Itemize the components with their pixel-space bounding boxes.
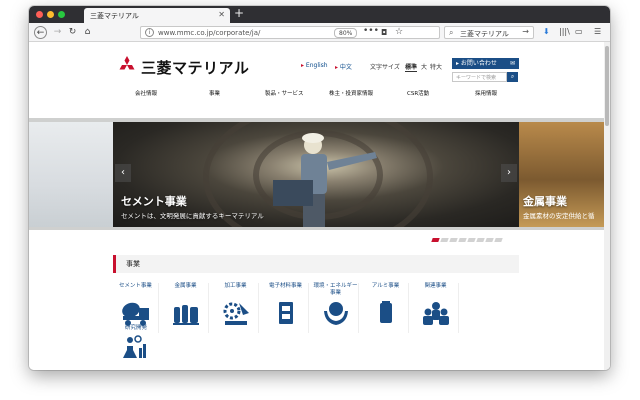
global-nav: 会社情報 事業 製品・サービス 株主・投資家情報 CSR活動 採用情報 [113,89,521,103]
menu-icon[interactable]: ☰ [594,27,601,36]
section-title: 事業 [126,260,140,268]
nav-item-csr[interactable]: CSR活動 [407,89,429,97]
carousel-prev-button[interactable]: ‹ [115,164,131,182]
text-size-label: 文字サイズ [370,64,400,71]
url-text[interactable]: www.mmc.co.jp/corporate/ja/ [158,29,260,37]
reload-icon[interactable]: ↻ [66,26,79,39]
download-icon[interactable]: ⬇ [543,27,550,36]
business-section-header: 事業 [113,255,519,273]
carousel-dot-6[interactable] [476,238,485,242]
next-slide-title: 金属事業 [523,195,567,208]
browser-toolbar: ← → ↻ ⌂ i www.mmc.co.jp/corporate/ja/ 80… [29,23,610,42]
tab-close-icon[interactable]: ✕ [218,10,225,19]
lang-chinese-link[interactable]: 中文 [335,62,352,71]
logo-text: 三菱マテリアル [141,59,250,77]
hero-subtitle: セメントは、文明発展に貢献するキーマテリアル [121,212,264,220]
tab-bar: 三菱マテリアル ✕ + [29,6,610,23]
nav-item-company[interactable]: 会社情報 [135,89,157,97]
page-content: 三菱マテリアル English 中文 文字サイズ 標準 大 特大 ▸ お問い合わ… [29,42,610,370]
nav-item-products[interactable]: 製品・サービス [265,89,304,97]
business-label: 環境・エネルギー事業 [313,283,358,296]
business-item-processing[interactable]: 加工事業 [213,283,259,333]
hero-slide-image[interactable]: セメント事業 セメントは、文明発展に貢献するキーマテリアル [113,122,519,227]
business-label: 金属事業 [174,283,197,289]
browser-window: 三菱マテリアル ✕ + ← → ↻ ⌂ i www.mmc.co.jp/corp… [29,6,610,370]
carousel-dot-2[interactable] [440,238,449,242]
minimize-window-button[interactable] [47,11,54,18]
business-label: 研究開発 [124,325,147,331]
research-lab-icon [123,334,146,358]
keyword-search-button[interactable]: ⌕ [507,72,518,82]
text-size-xlarge[interactable]: 特大 [430,62,442,71]
business-item-environment[interactable]: 環境・エネルギー事業 [313,283,359,333]
pocket-icon[interactable]: ◘ [381,28,387,37]
nav-item-business[interactable]: 事業 [209,89,220,97]
home-icon[interactable]: ⌂ [81,26,94,39]
new-tab-button[interactable]: + [234,6,244,21]
hero-prev-slide-image[interactable] [29,122,113,227]
business-item-aluminum[interactable]: アルミ事業 [363,283,409,333]
business-item-metal[interactable]: 金属事業 [163,283,209,333]
star-icon[interactable]: ☆ [395,27,403,37]
business-label: 加工事業 [224,283,247,289]
carousel-dot-7[interactable] [485,238,494,242]
next-slide-subtitle: 金属素材の安定供給と循 [523,212,595,220]
carousel-dot-8[interactable] [494,238,503,242]
nav-item-recruit[interactable]: 採用情報 [475,89,497,97]
aluminum-can-icon [379,301,392,323]
maximize-window-button[interactable] [58,11,65,18]
tab-title: 三菱マテリアル [90,12,139,20]
business-label: セメント事業 [119,283,152,289]
carousel-next-button[interactable]: › [501,164,517,182]
carousel-dot-4[interactable] [458,238,467,242]
hero-title: セメント事業 [121,195,187,208]
zoom-indicator[interactable]: 80% [334,28,358,38]
close-window-button[interactable] [36,11,43,18]
hero-next-slide-image[interactable]: 金属事業 金属素材の安定供給と循 [519,122,604,227]
metal-ingot-icon [172,305,199,325]
business-item-electronic[interactable]: 電子材料事業 [263,283,309,333]
page-actions-icon[interactable]: ••• [363,26,379,36]
search-go-icon[interactable]: → [522,27,529,36]
contact-label: お問い合わせ [460,60,497,67]
business-item-research[interactable]: 研究開発 [113,325,159,362]
search-box[interactable]: ⌕ 三菱マテリアル → [444,26,534,39]
hero-carousel: セメント事業 セメントは、文明発展に貢献するキーマテリアル 金属事業 金属素材の… [29,118,604,230]
text-size-large[interactable]: 大 [421,62,427,71]
keyword-search-input[interactable]: キーワードで検索 [452,72,507,82]
business-label: 電子材料事業 [268,283,302,289]
globe-hands-icon [323,302,348,325]
electronic-chip-icon [278,302,293,324]
three-diamonds-logo-icon [119,56,135,70]
search-value[interactable]: 三菱マテリアル [460,29,509,39]
business-label: 関連事業 [424,283,447,289]
carousel-dot-1[interactable] [431,238,440,242]
carousel-dot-3[interactable] [449,238,458,242]
sidebar-icon[interactable]: ▭ [575,27,583,36]
tab-active[interactable]: 三菱マテリアル ✕ [84,8,230,23]
page-scrollbar[interactable] [604,42,610,370]
cement-truck-icon [121,302,149,326]
forward-icon[interactable]: → [51,26,64,39]
people-group-icon [422,302,449,325]
search-icon: ⌕ [510,73,515,80]
address-bar[interactable]: i www.mmc.co.jp/corporate/ja/ 80% ••• ◘ … [140,26,440,39]
carousel-dot-5[interactable] [467,238,476,242]
search-icon: ⌕ [449,28,454,37]
nav-item-ir[interactable]: 株主・投資家情報 [329,89,373,97]
info-icon[interactable]: i [145,28,154,37]
machining-tool-icon [223,302,249,325]
scrollbar-thumb[interactable] [605,46,609,126]
library-icon[interactable]: |||\ [559,27,570,36]
business-label: アルミ事業 [371,283,400,289]
back-icon[interactable]: ← [34,26,47,39]
lang-english-link[interactable]: English [301,62,328,69]
text-size-standard[interactable]: 標準 [405,62,418,72]
mail-icon: ✉ [509,60,515,67]
contact-button[interactable]: ▸ お問い合わせ ✉ [452,58,519,69]
business-item-related[interactable]: 関連事業 [413,283,459,333]
